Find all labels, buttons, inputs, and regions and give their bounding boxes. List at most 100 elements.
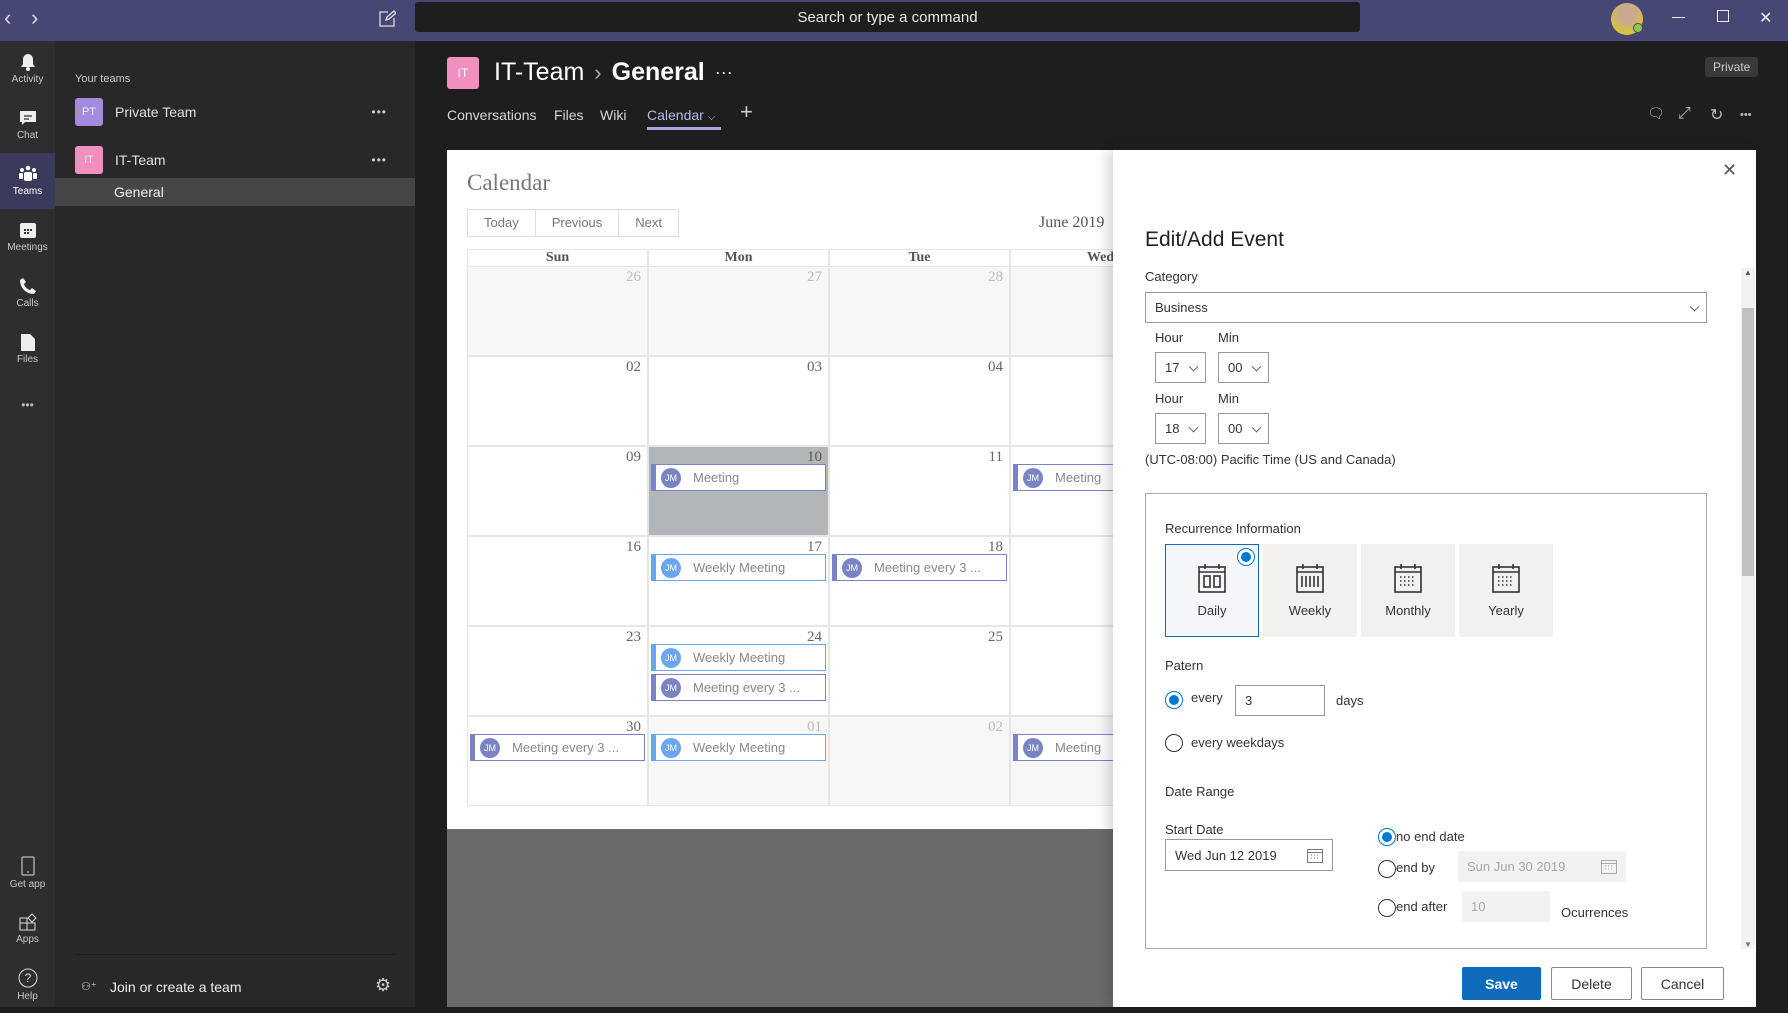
add-tab-icon[interactable]: + [740,99,753,125]
day-cell[interactable]: 26 [467,266,648,356]
forward-icon[interactable]: › [31,5,38,31]
day-cell[interactable]: 25 [829,626,1010,716]
file-icon [20,334,35,351]
rail-chat[interactable]: Chat [0,97,55,153]
rail-teams[interactable]: Teams [0,153,55,209]
calendar-event[interactable]: JM Weekly Meeting [651,554,826,581]
day-cell[interactable]: 16 [467,536,648,626]
phone-icon [19,278,36,294]
today-button[interactable]: Today [468,210,536,236]
scroll-down-icon[interactable]: ▼ [1744,940,1752,949]
breadcrumb-team[interactable]: IT-Team [494,58,584,87]
every-weekdays-radio[interactable] [1165,734,1183,752]
recurrence-weekly[interactable]: Weekly [1263,544,1357,637]
tab-calendar[interactable]: Calendar ⌵ [647,107,715,123]
close-panel-icon[interactable]: ✕ [1722,160,1737,181]
cancel-button[interactable]: Cancel [1641,967,1724,1000]
start-hour-select[interactable]: 17 [1155,352,1206,383]
rail-meetings[interactable]: Meetings [0,209,55,265]
channel-general[interactable]: General [55,178,415,206]
recurrence-monthly[interactable]: Monthly [1361,544,1455,637]
day-number: 27 [807,269,822,285]
day-cell[interactable]: 27 [648,266,829,356]
day-cell[interactable]: 17 JM Weekly Meeting [648,536,829,626]
refresh-icon[interactable]: ↻ [1710,105,1723,125]
close-window-icon[interactable]: ✕ [1759,8,1772,28]
calendar-event[interactable]: JM Meeting every 3 ... [832,554,1007,581]
start-hour-label: Hour [1155,330,1184,345]
day-cell[interactable]: 30 JM Meeting every 3 ... [467,716,648,806]
compose-icon[interactable] [378,10,397,33]
more-options-icon[interactable]: ••• [371,153,387,167]
more-icon[interactable]: ••• [1740,109,1752,121]
calendar-event[interactable]: JM Meeting [651,464,826,491]
scrollbar-thumb[interactable] [1742,308,1754,576]
day-number: 26 [626,269,641,285]
join-create-team-link[interactable]: Join or create a team [110,979,242,995]
save-button[interactable]: Save [1462,967,1541,1000]
minimize-icon[interactable] [1672,17,1685,18]
start-min-select[interactable]: 00 [1218,352,1269,383]
rail-calls[interactable]: Calls [0,265,55,321]
calendar-event[interactable]: JM Weekly Meeting [651,734,826,761]
delete-button[interactable]: Delete [1551,967,1632,1000]
rail-get-app[interactable]: Get app [0,845,55,901]
start-date-input[interactable]: Wed Jun 12 2019 [1165,839,1333,871]
calendar-event[interactable]: JM Meeting every 3 ... [651,674,826,701]
day-cell[interactable]: 09 [467,446,648,536]
day-cell[interactable]: 28 [829,266,1010,356]
channel-more-icon[interactable]: ··· [715,62,733,83]
daily-radio[interactable] [1237,548,1255,566]
end-hour-select[interactable]: 18 [1155,413,1206,444]
no-end-date-radio[interactable] [1378,828,1396,846]
category-select[interactable]: Business [1145,292,1707,323]
every-days-input[interactable]: 3 [1235,685,1325,716]
rail-help[interactable]: ? Help [0,957,55,1013]
day-cell[interactable]: 03 [648,356,829,446]
rail-activity[interactable]: Activity [0,41,55,97]
breadcrumb-channel: General [611,58,705,86]
tab-conversations[interactable]: Conversations [447,107,537,123]
day-cell[interactable]: 23 [467,626,648,716]
team-private-team[interactable]: PT Private Team ••• [55,96,415,128]
conversation-icon[interactable]: 🗨 [1647,105,1665,122]
tab-wiki[interactable]: Wiki [600,107,626,123]
calendar-icon [19,223,36,238]
panel-scrollbar[interactable]: ▲ ▼ [1741,268,1755,949]
next-button[interactable]: Next [619,210,678,236]
scroll-up-icon[interactable]: ▲ [1744,268,1752,277]
calendar-event[interactable]: JM Weekly Meeting [651,644,826,671]
back-icon[interactable]: ‹ [4,5,11,31]
chevron-down-icon: ⌵ [707,112,716,123]
every-radio[interactable] [1165,691,1183,709]
day-cell[interactable]: 04 [829,356,1010,446]
day-cell[interactable]: 10 JM Meeting [648,446,829,536]
more-options-icon[interactable]: ••• [371,105,387,119]
more-apps-icon[interactable]: ••• [0,377,55,433]
day-cell[interactable]: 02 [829,716,1010,806]
end-min-select[interactable]: 00 [1218,413,1269,444]
team-it-team[interactable]: IT IT-Team ••• [55,144,415,176]
rail-apps[interactable]: Apps [0,901,55,957]
end-after-radio[interactable] [1378,899,1396,917]
expand-icon[interactable]: ⤢ [1678,105,1691,123]
tab-files[interactable]: Files [554,107,584,123]
maximize-icon[interactable] [1717,10,1729,22]
end-hour-value: 18 [1165,421,1180,436]
date-picker-icon[interactable] [1307,848,1323,863]
search-input[interactable]: Search or type a command [415,2,1360,32]
day-cell[interactable]: 18 JM Meeting every 3 ... [829,536,1010,626]
day-cell[interactable]: 24 JM Weekly Meeting JM Meeting every 3 ... [648,626,829,716]
mobile-device-icon [21,856,34,876]
day-cell[interactable]: 11 [829,446,1010,536]
day-cell[interactable]: 02 [467,356,648,446]
recurrence-daily[interactable]: Daily [1165,544,1259,637]
calendar-daily-icon [1198,564,1226,593]
settings-gear-icon[interactable]: ⚙ [375,975,391,996]
previous-button[interactable]: Previous [536,210,620,236]
end-by-radio[interactable] [1378,860,1396,878]
rail-files[interactable]: Files [0,321,55,377]
calendar-event[interactable]: JM Meeting every 3 ... [470,734,645,761]
day-cell[interactable]: 01 JM Weekly Meeting [648,716,829,806]
recurrence-yearly[interactable]: Yearly [1459,544,1553,637]
